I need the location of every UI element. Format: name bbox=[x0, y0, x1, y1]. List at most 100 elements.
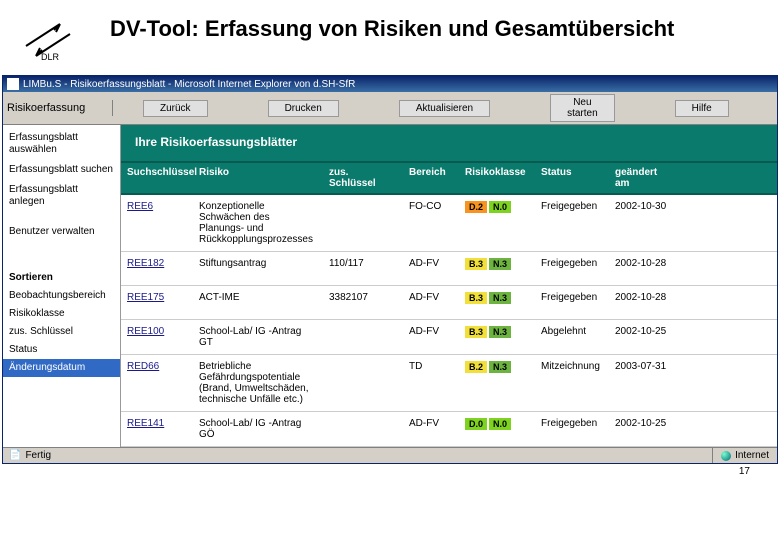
row-addkey: 3382107 bbox=[323, 286, 403, 309]
zone-text: Internet bbox=[735, 450, 769, 461]
row-class: D.2N.0 bbox=[459, 195, 535, 219]
sort-item[interactable]: Risikoklasse bbox=[3, 305, 120, 323]
sidebar-item[interactable]: Erfassungsblatt anlegen bbox=[3, 181, 120, 211]
sort-item[interactable]: Beobachtungsbereich bbox=[3, 287, 120, 305]
sidebar: Erfassungsblatt auswählen Erfassungsblatt… bbox=[3, 125, 121, 447]
row-area: FO-CO bbox=[403, 195, 459, 218]
row-class: B.2N.3 bbox=[459, 355, 535, 379]
col-changed[interactable]: geändert am bbox=[609, 163, 679, 193]
row-key[interactable]: REE182 bbox=[121, 252, 193, 275]
row-area: TD bbox=[403, 355, 459, 378]
risk-badge: B.3 bbox=[465, 258, 487, 270]
risk-badge: B.3 bbox=[465, 326, 487, 338]
table-row: REE6Konzeptionelle Schwächen des Planung… bbox=[121, 195, 777, 252]
row-status: Mitzeichnung bbox=[535, 355, 609, 378]
row-key[interactable]: REE6 bbox=[121, 195, 193, 218]
row-class: D.0N.0 bbox=[459, 412, 535, 436]
sort-heading: Sortieren bbox=[3, 269, 120, 287]
row-changed: 2002-10-25 bbox=[609, 412, 679, 435]
row-addkey bbox=[323, 320, 403, 332]
row-status: Freigegeben bbox=[535, 412, 609, 435]
row-changed: 2002-10-28 bbox=[609, 286, 679, 309]
row-risk: School-Lab/ IG -Antrag GT bbox=[193, 320, 323, 354]
window-title: LIMBu.S - Risikoerfassungsblatt - Micros… bbox=[23, 79, 355, 90]
app-icon bbox=[7, 78, 19, 90]
row-area: AD-FV bbox=[403, 252, 459, 275]
row-changed: 2002-10-28 bbox=[609, 252, 679, 275]
sidebar-item[interactable]: Erfassungsblatt auswählen bbox=[3, 129, 120, 159]
table-row: REE175ACT-IME3382107AD-FVB.3N.3Freigegeb… bbox=[121, 286, 777, 320]
svg-text:DLR: DLR bbox=[41, 52, 60, 62]
row-risk: Konzeptionelle Schwächen des Planungs- u… bbox=[193, 195, 323, 251]
slide-header: DLR DV-Tool: Erfassung von Risiken und G… bbox=[0, 0, 780, 75]
sort-item[interactable]: Status bbox=[3, 341, 120, 359]
restart-button[interactable]: Neu starten bbox=[550, 94, 615, 122]
row-changed: 2002-10-30 bbox=[609, 195, 679, 218]
row-addkey bbox=[323, 412, 403, 424]
sort-item[interactable]: Änderungsdatum bbox=[3, 359, 120, 377]
col-key[interactable]: Suchschlüssel bbox=[121, 163, 193, 193]
risk-badge: N.3 bbox=[489, 258, 511, 270]
row-addkey bbox=[323, 355, 403, 367]
risk-badge: N.0 bbox=[489, 201, 511, 213]
refresh-button[interactable]: Aktualisieren bbox=[399, 100, 490, 117]
window-titlebar: LIMBu.S - Risikoerfassungsblatt - Micros… bbox=[3, 76, 777, 92]
col-addkey[interactable]: zus. Schlüssel bbox=[323, 163, 403, 193]
col-risk[interactable]: Risiko bbox=[193, 163, 323, 193]
dlr-logo: DLR bbox=[20, 15, 80, 65]
sidebar-item[interactable]: Erfassungsblatt suchen bbox=[3, 161, 120, 179]
row-class: B.3N.3 bbox=[459, 320, 535, 344]
globe-icon bbox=[721, 451, 731, 461]
row-changed: 2003-07-31 bbox=[609, 355, 679, 378]
row-status: Abgelehnt bbox=[535, 320, 609, 343]
print-button[interactable]: Drucken bbox=[268, 100, 339, 117]
row-risk: School-Lab/ IG -Antrag GÖ bbox=[193, 412, 323, 446]
table-row: REE182Stiftungsantrag110/117AD-FV B.3N.3 F… bbox=[121, 252, 777, 286]
slide-title: DV-Tool: Erfassung von Risiken und Gesam… bbox=[110, 15, 674, 44]
row-area: AD-FV bbox=[403, 412, 459, 435]
row-key[interactable]: RED66 bbox=[121, 355, 193, 378]
row-key[interactable]: REE175 bbox=[121, 286, 193, 309]
toolbar: Risikoerfassung Zurück Drucken Aktualisi… bbox=[3, 92, 777, 125]
row-changed: 2002-10-25 bbox=[609, 320, 679, 343]
col-class[interactable]: Risikoklasse bbox=[459, 163, 535, 193]
sidebar-item[interactable]: Benutzer verwalten bbox=[3, 223, 120, 241]
risk-badge: D.2 bbox=[465, 201, 487, 213]
table-row: REE141School-Lab/ IG -Antrag GÖAD-FVD.0N… bbox=[121, 412, 777, 447]
row-risk: Betriebliche Gefährdungspotentiale (Bran… bbox=[193, 355, 323, 411]
app-label: Risikoerfassung bbox=[3, 100, 113, 116]
row-key[interactable]: REE100 bbox=[121, 320, 193, 343]
row-key[interactable]: REE141 bbox=[121, 412, 193, 435]
slide-number: 17 bbox=[0, 464, 780, 477]
doc-icon: 📄 bbox=[9, 450, 21, 461]
row-status: Freigegeben bbox=[535, 286, 609, 309]
main-area: Ihre Risikoerfassungsblätter Suchschlüss… bbox=[121, 125, 777, 447]
row-class: B.3N.3 bbox=[459, 286, 535, 310]
sort-item[interactable]: zus. Schlüssel bbox=[3, 323, 120, 341]
row-status: Freigegeben bbox=[535, 195, 609, 218]
help-button[interactable]: Hilfe bbox=[675, 100, 729, 117]
risk-badge: N.0 bbox=[489, 418, 511, 430]
row-status: Freigegeben bbox=[535, 252, 609, 275]
status-text: Fertig bbox=[25, 450, 51, 461]
risk-badge: B.2 bbox=[465, 361, 487, 373]
row-area: AD-FV bbox=[403, 320, 459, 343]
back-button[interactable]: Zurück bbox=[143, 100, 208, 117]
table-row: REE100School-Lab/ IG -Antrag GTAD-FVB.3N… bbox=[121, 320, 777, 355]
risk-badge: D.0 bbox=[465, 418, 487, 430]
row-risk: Stiftungsantrag bbox=[193, 252, 323, 275]
risk-badge: B.3 bbox=[465, 292, 487, 304]
table-header: Suchschlüssel Risiko zus. Schlüssel Bere… bbox=[121, 163, 777, 195]
risk-badge: N.3 bbox=[489, 292, 511, 304]
table-row: RED66Betriebliche Gefährdungspotentiale … bbox=[121, 355, 777, 412]
risk-badge: N.3 bbox=[489, 326, 511, 338]
row-area: AD-FV bbox=[403, 286, 459, 309]
statusbar: 📄 Fertig Internet bbox=[3, 447, 777, 463]
risk-badge: N.3 bbox=[489, 361, 511, 373]
col-area[interactable]: Bereich bbox=[403, 163, 459, 193]
row-addkey: 110/117 bbox=[323, 252, 403, 275]
row-risk: ACT-IME bbox=[193, 286, 323, 309]
page-title: Ihre Risikoerfassungsblätter bbox=[121, 125, 777, 163]
browser-window: LIMBu.S - Risikoerfassungsblatt - Micros… bbox=[2, 75, 778, 464]
col-status[interactable]: Status bbox=[535, 163, 609, 193]
